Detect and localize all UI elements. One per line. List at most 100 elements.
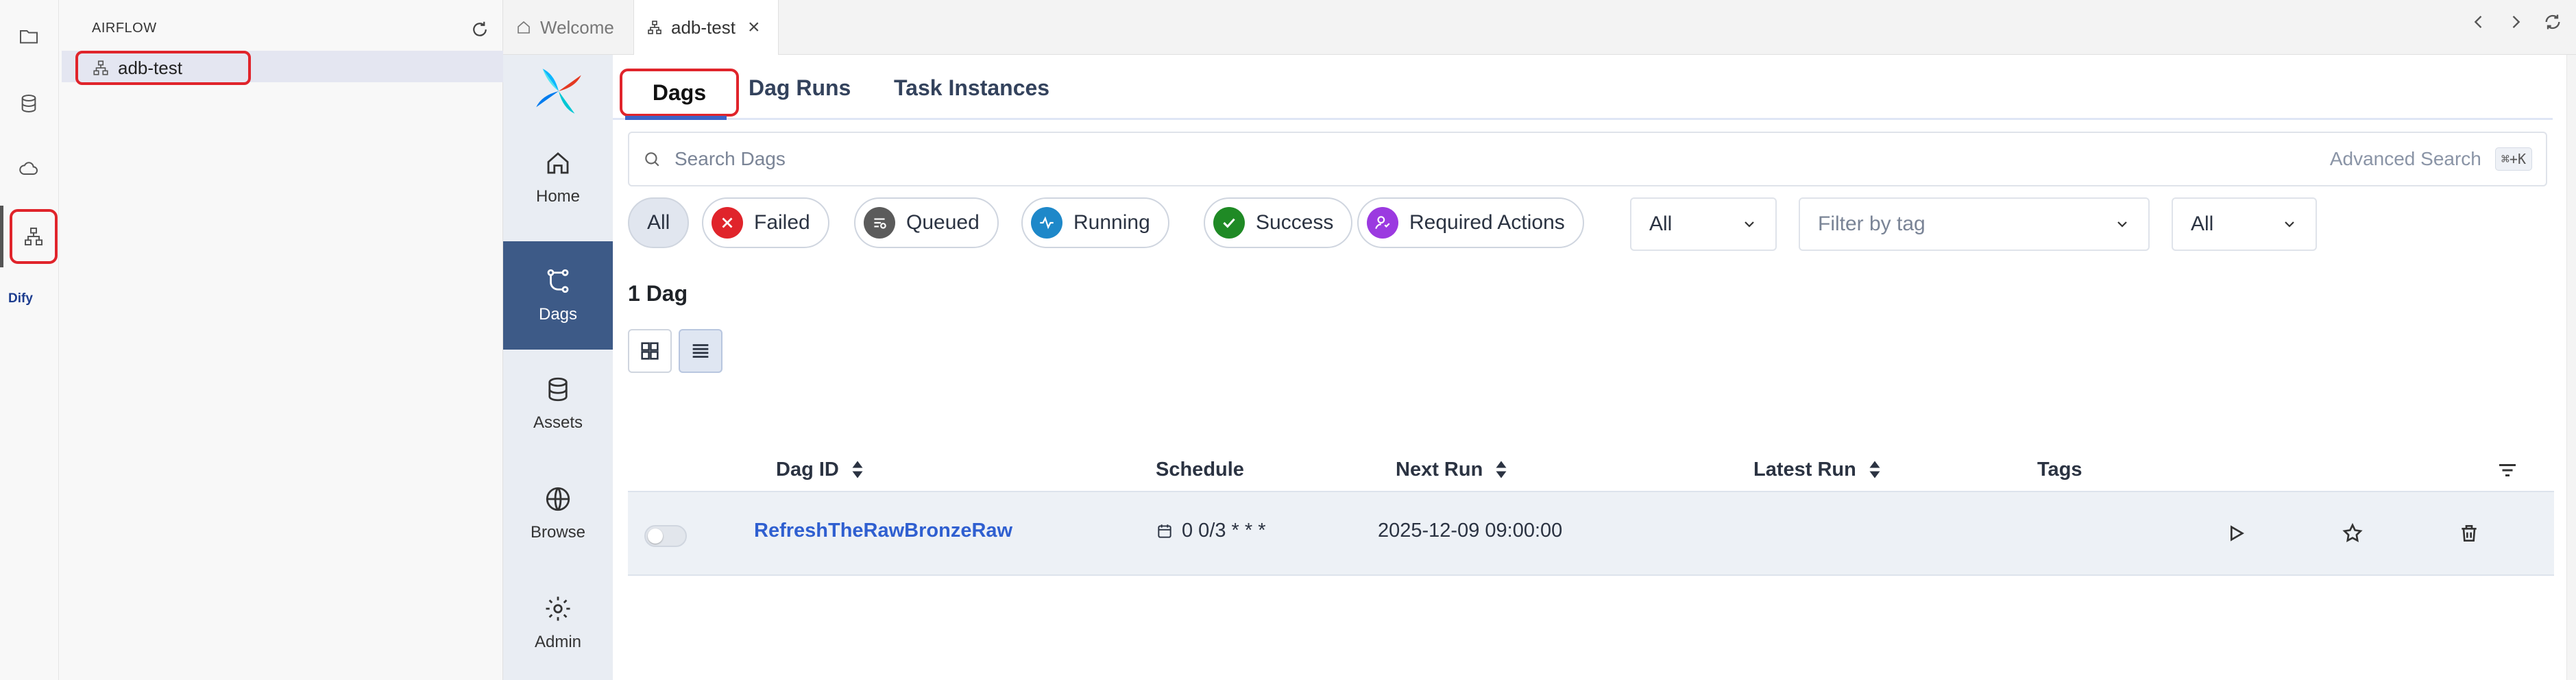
column-dag-id[interactable]: Dag ID xyxy=(776,452,865,487)
advanced-search-link[interactable]: Advanced Search xyxy=(2330,148,2481,170)
chevron-right-icon[interactable] xyxy=(2506,12,2525,32)
filter-queued[interactable]: Queued xyxy=(854,197,999,248)
list-icon xyxy=(692,344,709,358)
dag-pause-toggle[interactable] xyxy=(644,525,687,547)
database-icon[interactable] xyxy=(14,89,43,118)
filter-required-actions[interactable]: Required Actions xyxy=(1357,197,1584,248)
table-header: Dag ID Schedule Next Run Latest Run Tags xyxy=(628,452,2547,487)
favorite-button[interactable] xyxy=(2337,518,2368,548)
tab-label: adb-test xyxy=(671,16,736,38)
tree-item-label: adb-test xyxy=(118,57,182,78)
chip-label: Required Actions xyxy=(1409,211,1565,234)
tree-item-adb-test[interactable]: adb-test xyxy=(62,51,503,85)
state-select[interactable]: All xyxy=(1630,197,1777,251)
tab-adb-test[interactable]: adb-test × xyxy=(633,0,779,55)
search-bar[interactable]: Advanced Search ⌘+K xyxy=(628,132,2547,186)
nav-dags[interactable]: Dags xyxy=(503,241,613,350)
running-icon xyxy=(1031,207,1062,239)
calendar-icon xyxy=(1158,524,1171,538)
chevron-down-icon xyxy=(1745,221,1754,228)
column-label: Next Run xyxy=(1396,458,1483,481)
sort-icon xyxy=(852,461,863,478)
column-schedule: Schedule xyxy=(1156,452,1244,487)
nav-label: Browse xyxy=(530,523,586,542)
filter-all[interactable]: All xyxy=(628,197,690,248)
explorer-title: AIRFLOW xyxy=(92,21,157,36)
next-run-cell: 2025-12-09 09:00:00 xyxy=(1378,520,1562,542)
queued-icon xyxy=(864,207,895,239)
scrollbar[interactable] xyxy=(2566,55,2576,680)
dify-logo[interactable]: Dify xyxy=(8,291,33,306)
tag-mode-select[interactable]: All xyxy=(2172,197,2317,251)
editor-tabbar: Welcome adb-test × xyxy=(503,0,2576,55)
nav-label: Dags xyxy=(538,305,578,324)
filter-bar: All Failed Queued Running Success Requir… xyxy=(628,197,2547,251)
schedule-cell: 0 0/3 * * * xyxy=(1156,520,1266,542)
close-icon[interactable]: × xyxy=(748,16,760,39)
main-tabs: Dags Dag Runs Task Instances xyxy=(613,55,2553,120)
delete-dag-button[interactable] xyxy=(2454,518,2484,548)
dag-id-cell[interactable]: RefreshTheRawBronzeRaw xyxy=(754,520,1012,542)
nav-label: Assets xyxy=(533,413,583,432)
chevron-down-icon xyxy=(2117,221,2127,228)
nav-browse[interactable]: Browse xyxy=(503,459,613,568)
column-label: Tags xyxy=(2037,458,2082,481)
tab-dags[interactable]: Dags xyxy=(620,69,739,117)
reload-icon[interactable] xyxy=(2543,12,2562,32)
workflow-icon xyxy=(93,60,108,75)
search-input[interactable] xyxy=(675,148,2330,170)
next-run-value: 2025-12-09 09:00:00 xyxy=(1378,520,1563,542)
column-next-run[interactable]: Next Run xyxy=(1396,452,1509,487)
table-row: RefreshTheRawBronzeRaw 0 0/3 * * * 2025-… xyxy=(628,491,2554,576)
tab-welcome[interactable]: Welcome xyxy=(503,0,633,55)
gear-icon xyxy=(546,596,570,621)
column-label: Schedule xyxy=(1156,458,1244,481)
nav-admin[interactable]: Admin xyxy=(503,569,613,677)
filter-success[interactable]: Success xyxy=(1204,197,1353,248)
chip-label: All xyxy=(647,211,670,234)
globe-icon xyxy=(546,487,570,511)
chip-label: Success xyxy=(1256,211,1334,234)
active-tab-underline xyxy=(625,116,727,120)
filter-failed[interactable]: Failed xyxy=(702,197,829,248)
nav-home[interactable]: Home xyxy=(503,123,613,232)
filter-running[interactable]: Running xyxy=(1021,197,1169,248)
list-view-button[interactable] xyxy=(679,329,722,373)
tree-item-highlight[interactable]: adb-test xyxy=(75,51,251,85)
database-icon xyxy=(548,377,568,402)
star-icon xyxy=(2342,522,2363,542)
tab-label: Welcome xyxy=(540,16,614,38)
sort-icon xyxy=(1496,461,1507,478)
airflow-logo[interactable] xyxy=(532,64,585,118)
nav-assets[interactable]: Assets xyxy=(503,350,613,458)
chip-label: Failed xyxy=(754,211,810,234)
search-icon xyxy=(645,152,659,167)
active-indicator xyxy=(0,206,3,267)
grid-icon xyxy=(641,342,659,360)
select-value: All xyxy=(1649,212,1673,235)
column-filter-icon[interactable] xyxy=(2495,458,2520,483)
explorer-panel: AIRFLOW adb-test xyxy=(59,0,503,680)
home-icon xyxy=(547,152,569,174)
view-toggle xyxy=(628,329,722,373)
grid-view-button[interactable] xyxy=(628,329,672,373)
workflow-icon xyxy=(648,21,661,34)
cloud-icon[interactable] xyxy=(14,154,43,183)
tab-dag-runs[interactable]: Dag Runs xyxy=(749,75,851,101)
refresh-icon[interactable] xyxy=(468,18,491,41)
airflow-workflow-icon[interactable] xyxy=(10,209,58,264)
explorer-files-icon[interactable] xyxy=(14,22,43,51)
dag-id-link[interactable]: RefreshTheRawBronzeRaw xyxy=(754,520,1012,542)
play-icon xyxy=(2231,525,2244,542)
chip-label: Queued xyxy=(906,211,980,234)
trigger-dag-button[interactable] xyxy=(2221,518,2251,548)
tab-task-instances[interactable]: Task Instances xyxy=(894,75,1049,101)
chevron-left-icon[interactable] xyxy=(2469,12,2488,32)
sort-icon xyxy=(1869,461,1880,478)
tag-filter-select[interactable]: Filter by tag xyxy=(1799,197,2150,251)
column-latest-run[interactable]: Latest Run xyxy=(1753,452,1882,487)
trash-icon xyxy=(2462,525,2477,542)
column-label: Dag ID xyxy=(776,458,839,481)
failed-icon xyxy=(712,207,743,239)
nav-label: Home xyxy=(535,187,581,206)
